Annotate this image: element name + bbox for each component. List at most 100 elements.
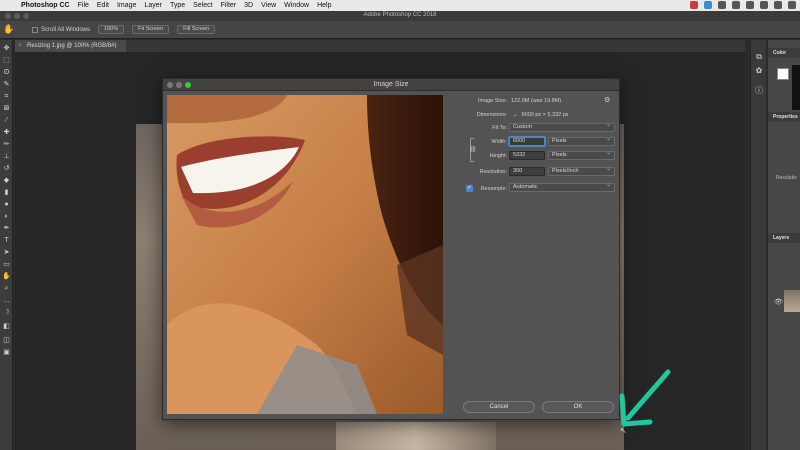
document-tabs: × Resizing 1.jpg @ 100% (RGB/8#) [15,40,745,52]
app-status-icon[interactable] [690,1,698,9]
scroll-all-windows-checkbox[interactable] [32,26,38,33]
brush-panel-icon[interactable]: ✿ [754,66,764,76]
history-panel-icon[interactable]: ⧉ [754,52,764,62]
menu-app-name[interactable]: Photoshop CC [21,2,70,9]
close-tab-icon[interactable]: × [18,40,22,52]
document-tab-label: Resizing 1.jpg @ 100% (RGB/8#) [27,43,117,49]
path-selection-tool-icon[interactable]: ➤ [1,248,12,258]
foreground-color-swatch[interactable] [777,68,789,80]
marquee-tool-icon[interactable]: ⬚ [1,56,12,66]
search-icon[interactable] [774,1,782,9]
fill-screen-button[interactable]: Fill Screen [177,25,216,34]
dimensions-value: 6000 px × 5,332 px [521,112,569,118]
zoom-100-button[interactable]: 100% [98,25,125,34]
app-title: Adobe Photoshop CC 2018 [363,12,437,18]
document-tab[interactable]: × Resizing 1.jpg @ 100% (RGB/8#) [15,40,127,52]
layer-thumbnail[interactable] [784,290,800,312]
menu-image[interactable]: Image [117,2,136,9]
menu-view[interactable]: View [261,2,276,9]
ok-button[interactable]: OK [542,401,614,413]
resolution-input[interactable]: 300 [509,167,545,176]
image-preview[interactable] [167,95,443,414]
cancel-button[interactable]: Cancel [463,401,535,413]
dropbox-icon[interactable] [704,1,712,9]
resample-row: Resample: [465,184,507,194]
image-size-row: Image Size: 122.0M (was 19.8M) [453,96,561,106]
layers-panel-tab[interactable]: Layers [768,233,800,243]
zoom-tool-icon[interactable]: ⌕ [1,284,12,294]
properties-panel-tab[interactable]: Properties [768,112,800,122]
dimensions-row: Dimensions: ⌄ 6000 px × 5,332 px [453,110,569,120]
menu-extra-icon[interactable] [718,1,726,9]
blur-tool-icon[interactable]: ● [1,200,12,210]
hand-tool-icon[interactable]: ✋ [0,24,18,35]
image-size-dialog: Image Size ⚙ Image Size: 122.0M (was 19.… [162,78,620,420]
more-tools-icon[interactable]: … [1,296,12,306]
menu-layer[interactable]: Layer [144,2,162,9]
fit-to-row: Fit To: [453,123,507,133]
frame-tool-icon[interactable]: ⊠ [1,104,12,114]
height-input[interactable]: 5332 [509,151,545,160]
crop-tool-icon[interactable]: ⌗ [1,92,12,102]
quick-mask-icon[interactable]: ◫ [1,336,12,346]
settings-gear-icon[interactable]: ⚙ [604,96,610,104]
wifi-icon[interactable] [732,1,740,9]
move-tool-icon[interactable]: ✥ [1,44,12,54]
menu-edit[interactable]: Edit [97,2,109,9]
height-unit-select[interactable]: Pixels [548,150,615,160]
dimensions-dropdown-icon[interactable]: ⌄ [513,112,518,118]
hand-tool-panel-icon[interactable]: ✋ [1,272,12,282]
fit-to-select[interactable]: Custom [509,122,615,132]
width-row: Width: [453,137,507,147]
rectangle-tool-icon[interactable]: ▭ [1,260,12,270]
pen-tool-icon[interactable]: ✒ [1,224,12,234]
menu-filter[interactable]: Filter [221,2,237,9]
preview-photo [167,95,443,414]
battery-icon[interactable] [760,1,768,9]
panel-column: Color Properties Resolutio Layers 👁 [768,40,800,450]
color-spectrum[interactable] [792,65,800,110]
image-size-label: Image Size: [477,98,507,104]
notification-icon[interactable] [788,1,796,9]
dimensions-label: Dimensions: [476,112,507,118]
volume-icon[interactable] [746,1,754,9]
menu-window[interactable]: Window [284,2,309,9]
tools-panel: ✥ ⬚ ʘ ✎ ⌗ ⊠ ⁄ ✚ ✏ ⊥ ↺ ◆ ▮ ● ◐ ✒ T ➤ ▭ ✋ … [0,40,13,450]
mouse-cursor-icon: ↖ [620,426,627,435]
fit-to-label: Fit To: [492,125,507,131]
healing-brush-tool-icon[interactable]: ✚ [1,128,12,138]
brush-tool-icon[interactable]: ✏ [1,140,12,150]
resolution-unit-select[interactable]: Pixels/Inch [548,166,615,176]
app-title-bar: Adobe Photoshop CC 2018 [0,11,800,21]
document-image-detail [336,422,496,450]
menu-type[interactable]: Type [170,2,185,9]
clone-stamp-tool-icon[interactable]: ⊥ [1,152,12,162]
options-bar: ✋ Scroll All Windows 100% Fit Screen Fil… [0,21,800,39]
status-icons [690,1,796,9]
eyedropper-tool-icon[interactable]: ⁄ [1,116,12,126]
width-input[interactable]: 6000 [509,137,545,146]
foreground-background-swatch[interactable]: ◧ [1,322,12,332]
menu-help[interactable]: Help [317,2,331,9]
menu-3d[interactable]: 3D [244,2,253,9]
height-label: Height: [489,153,507,159]
menu-select[interactable]: Select [193,2,212,9]
screen-mode-icon[interactable]: ▣ [1,348,12,358]
lasso-tool-icon[interactable]: ʘ [1,68,12,78]
quick-select-tool-icon[interactable]: ✎ [1,80,12,90]
panel-dock-icons: ⧉ ✿ ⓘ [750,40,766,450]
eraser-tool-icon[interactable]: ◆ [1,176,12,186]
edit-toolbar-icon[interactable]: ☽ [1,308,12,318]
type-tool-icon[interactable]: T [1,236,12,246]
menu-file[interactable]: File [78,2,89,9]
fit-screen-button[interactable]: Fit Screen [132,25,170,34]
gradient-tool-icon[interactable]: ▮ [1,188,12,198]
scroll-all-windows-label: Scroll All Windows [41,26,91,33]
info-panel-icon[interactable]: ⓘ [754,86,764,96]
history-brush-tool-icon[interactable]: ↺ [1,164,12,174]
width-unit-select[interactable]: Pixels [548,136,615,146]
layer-visibility-eye-icon[interactable]: 👁 [774,298,783,306]
dodge-tool-icon[interactable]: ◐ [1,212,12,222]
resample-select[interactable]: Automatic [509,182,615,192]
color-panel-tab[interactable]: Color [768,48,800,58]
